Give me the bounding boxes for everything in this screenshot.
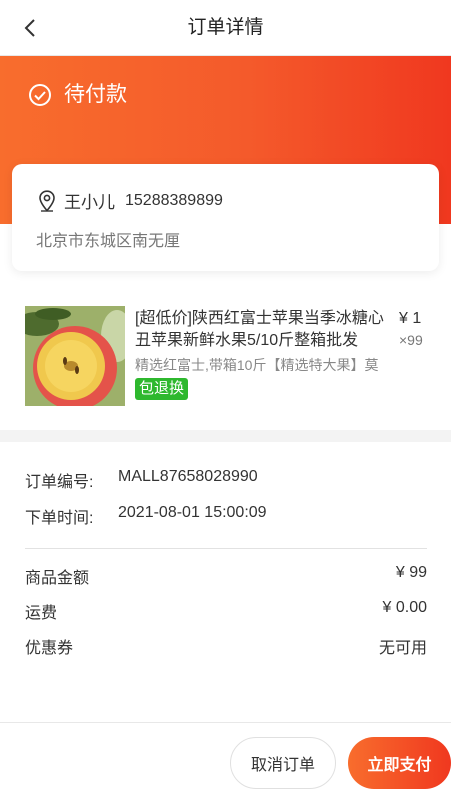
address-detail: 北京市东城区南无厘	[36, 233, 181, 250]
order-number-row: 订单编号: MALL87658028990	[25, 468, 258, 492]
goods-info: [超低价]陕西红富士苹果当季冰糖心丑苹果新鲜水果5/10斤整箱批发 精选红富士,…	[135, 308, 393, 400]
goods-image	[25, 306, 125, 406]
recipient-name: 王小儿	[64, 193, 115, 212]
section-divider	[0, 430, 451, 442]
nav-bar: 订单详情	[0, 0, 451, 56]
check-circle-icon	[29, 84, 51, 106]
goods-spec: 精选红富士,带箱10斤【精选特大果】莫	[135, 357, 379, 373]
order-number-value: MALL87658028990	[118, 468, 258, 485]
goods-amount-value: ¥ 99	[395, 564, 427, 581]
recipient-phone: 15288389899	[125, 191, 223, 209]
coupon-value: 无可用	[378, 640, 427, 657]
order-time-label: 下单时间:	[25, 510, 94, 527]
goods-price: ¥ 1	[399, 310, 422, 327]
action-bar: 取消订单 立即支付	[0, 722, 451, 800]
goods-amount-row: 商品金额 ¥ 99	[25, 564, 427, 588]
status-text: 待付款	[64, 83, 127, 106]
shipping-label: 运费	[25, 605, 58, 622]
order-time-value: 2021-08-01 15:00:09	[118, 504, 267, 521]
goods-title: [超低价]陕西红富士苹果当季冰糖心丑苹果新鲜水果5/10斤整箱批发	[135, 310, 384, 349]
cancel-order-button[interactable]: 取消订单	[230, 737, 336, 789]
address-card[interactable]: 王小儿 15288389899 北京市东城区南无厘	[12, 164, 439, 271]
divider	[25, 548, 427, 549]
return-badge: 包退换	[135, 378, 189, 400]
coupon-label: 优惠券	[25, 640, 74, 657]
shipping-row: 运费 ¥ 0.00	[25, 599, 427, 623]
goods-amount-label: 商品金额	[25, 570, 90, 587]
order-time-row: 下单时间: 2021-08-01 15:00:09	[25, 504, 267, 528]
order-status: 待付款	[28, 82, 127, 108]
address-contact: 王小儿 15288389899	[38, 188, 223, 213]
page-title: 订单详情	[187, 17, 264, 38]
location-pin-icon	[39, 189, 55, 212]
order-number-label: 订单编号:	[25, 474, 94, 491]
goods-quantity: ×99	[399, 332, 423, 348]
shipping-value: ¥ 0.00	[382, 599, 427, 616]
coupon-row[interactable]: 优惠券 无可用	[25, 634, 427, 658]
pay-now-button[interactable]: 立即支付	[348, 737, 451, 789]
goods-item[interactable]: [超低价]陕西红富士苹果当季冰糖心丑苹果新鲜水果5/10斤整箱批发 精选红富士,…	[0, 296, 451, 418]
